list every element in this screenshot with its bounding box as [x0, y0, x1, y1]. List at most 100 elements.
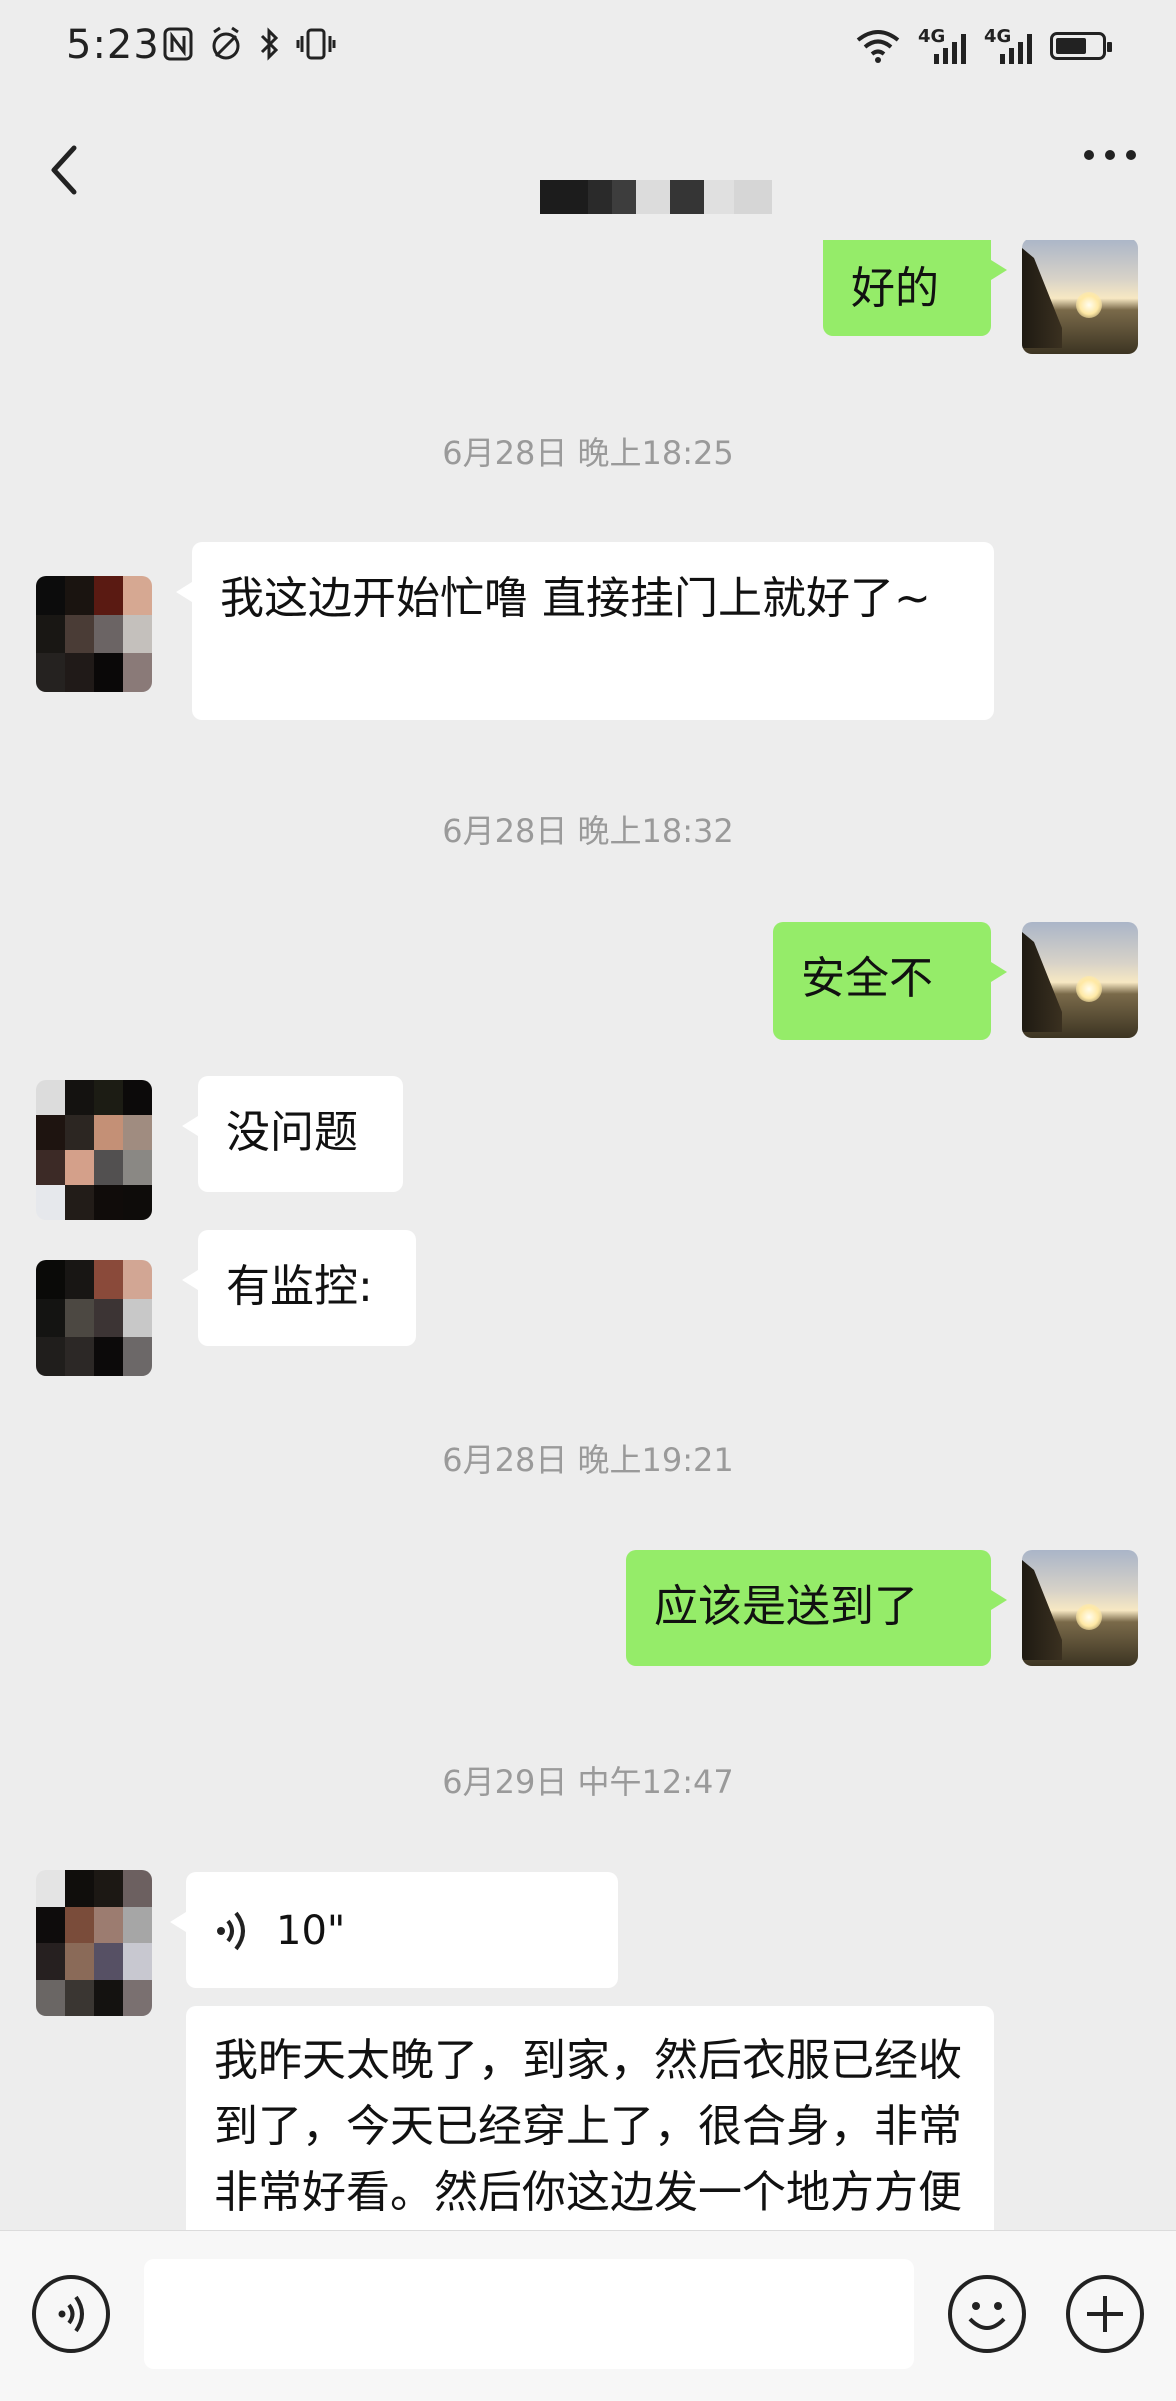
mosaic-cell — [123, 1115, 152, 1150]
mosaic-cell — [36, 1943, 65, 1980]
mosaic-cell — [123, 1150, 152, 1185]
mosaic-cell — [36, 1150, 65, 1185]
message-text: 我昨天太晚了，到家，然后衣服已经收到了，今天已经穿上了，很合身，非常非常好看。然… — [214, 2035, 962, 2218]
contact-name-mosaic — [540, 180, 772, 214]
message-input[interactable] — [144, 2259, 914, 2369]
mosaic-cell — [65, 1906, 94, 1943]
mosaic-cell — [65, 653, 94, 692]
more-dots-icon[interactable] — [1084, 150, 1136, 160]
message-bubble-self[interactable]: 好的 — [823, 240, 1007, 336]
mosaic-cell — [94, 1943, 123, 1980]
mosaic-block — [670, 180, 704, 214]
mosaic-cell — [94, 576, 123, 615]
mosaic-cell — [65, 1943, 94, 1980]
battery-icon — [1050, 32, 1112, 60]
wifi-icon — [856, 30, 900, 63]
mosaic-cell — [36, 1185, 65, 1220]
mosaic-cell — [94, 1150, 123, 1185]
chat-header — [0, 100, 1176, 240]
mosaic-cell — [123, 1080, 152, 1115]
message-bubble-self[interactable]: 安全不 — [773, 922, 1007, 1040]
message-bubble-contact[interactable]: 有监控: — [182, 1230, 416, 1346]
avatar-self[interactable] — [1022, 922, 1138, 1038]
mosaic-cell — [94, 1115, 123, 1150]
timestamp: 6月28日 晚上18:25 — [442, 434, 734, 472]
signal-4g-icon: 4G — [918, 26, 966, 66]
mosaic-cell — [65, 1870, 94, 1907]
mosaic-cell — [123, 653, 152, 692]
mosaic-block — [636, 180, 670, 214]
message-bubble-contact[interactable]: 我这边开始忙噜 直接挂门上就好了~ — [176, 542, 994, 720]
mosaic-cell — [123, 1298, 152, 1338]
input-bar — [0, 2230, 1176, 2401]
mosaic-cell — [65, 1150, 94, 1185]
voice-input-icon[interactable] — [32, 2275, 110, 2353]
chevron-left-icon[interactable] — [40, 140, 90, 200]
mosaic-cell — [94, 614, 123, 654]
mosaic-block — [704, 180, 734, 214]
avatar-self[interactable] — [1022, 1550, 1138, 1666]
status-icons-left — [162, 26, 336, 62]
plus-circle-icon[interactable] — [1066, 2275, 1144, 2353]
avatar-contact[interactable] — [36, 1080, 152, 1220]
message-bubble-contact[interactable]: 没问题 — [182, 1076, 403, 1192]
battery-level — [1056, 38, 1086, 54]
mosaic-cell — [94, 1906, 123, 1943]
timestamp: 6月28日 晚上19:21 — [442, 1441, 734, 1479]
mosaic-cell — [65, 1115, 94, 1150]
mosaic-cell — [94, 653, 123, 692]
mosaic-cell — [123, 614, 152, 654]
mosaic-block — [588, 180, 612, 214]
voice-message-bubble[interactable]: 10" — [170, 1872, 618, 1988]
mosaic-cell — [94, 1298, 123, 1338]
bluetooth-icon — [260, 27, 279, 61]
mosaic-cell — [36, 1906, 65, 1943]
mosaic-cell — [123, 1943, 152, 1980]
signal-4g-icon: 4G — [984, 26, 1032, 66]
avatar-self[interactable] — [1022, 240, 1138, 354]
mosaic-cell — [94, 1260, 123, 1299]
nfc-icon — [163, 27, 193, 61]
status-icons-right: 4G 4G — [856, 26, 1112, 66]
avatar-contact[interactable] — [36, 1870, 152, 2016]
message-text: 没问题 — [226, 1107, 358, 1158]
vibrate-icon — [296, 28, 336, 60]
mosaic-cell — [123, 1185, 152, 1220]
mosaic-block — [540, 180, 588, 214]
message-bubble-self[interactable]: 应该是送到了 — [626, 1550, 1007, 1666]
avatar-contact[interactable] — [36, 576, 152, 692]
avatar-contact[interactable] — [36, 1260, 152, 1376]
mosaic-cell — [123, 1337, 152, 1376]
mosaic-block — [734, 180, 772, 214]
message-text: 安全不 — [801, 953, 933, 1004]
mosaic-cell — [94, 1185, 123, 1220]
mosaic-cell — [123, 1870, 152, 1907]
mosaic-cell — [123, 1906, 152, 1943]
message-text: 我这边开始忙噜 直接挂门上就好了~ — [220, 573, 931, 624]
voice-wave-icon — [217, 1911, 245, 1951]
timestamp: 6月28日 晚上18:32 — [442, 812, 734, 850]
mosaic-cell — [36, 614, 65, 654]
mosaic-cell — [123, 576, 152, 615]
emoji-icon[interactable] — [948, 2275, 1026, 2353]
mosaic-cell — [65, 1979, 94, 2016]
mosaic-cell — [36, 1080, 65, 1115]
mosaic-block — [612, 180, 636, 214]
mosaic-cell — [36, 1115, 65, 1150]
mosaic-cell — [94, 1979, 123, 2016]
mosaic-cell — [123, 1260, 152, 1299]
mosaic-cell — [36, 1979, 65, 2016]
mosaic-cell — [65, 576, 94, 615]
mosaic-cell — [36, 576, 65, 615]
mosaic-cell — [65, 1260, 94, 1299]
message-bubble-contact[interactable]: 我昨天太晚了，到家，然后衣服已经收到了，今天已经穿上了，很合身，非常非常好看。然… — [186, 2006, 994, 2230]
mosaic-cell — [94, 1870, 123, 1907]
mosaic-cell — [65, 1337, 94, 1376]
mosaic-cell — [36, 653, 65, 692]
mosaic-cell — [94, 1080, 123, 1115]
mosaic-cell — [65, 1298, 94, 1338]
message-list[interactable]: 好的 6月28日 晚上18:25 我这边开始忙噜 直接挂门上就好了~ 6月28日… — [0, 240, 1176, 2230]
message-text: 有监控: — [226, 1261, 373, 1312]
mosaic-cell — [65, 1185, 94, 1220]
mosaic-cell — [65, 614, 94, 654]
